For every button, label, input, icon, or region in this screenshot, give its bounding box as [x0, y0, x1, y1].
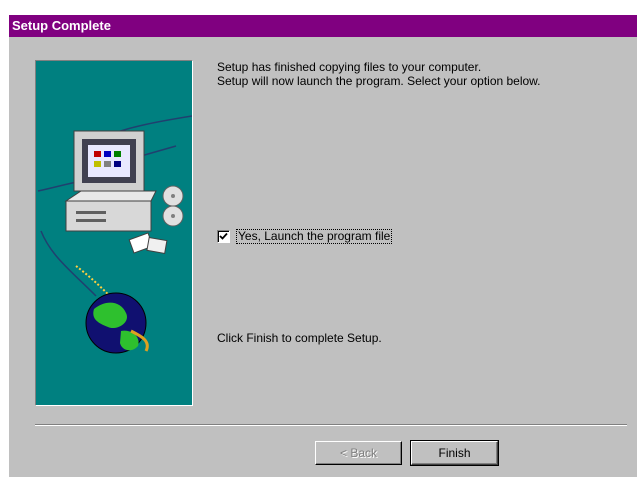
- finish-instruction: Click Finish to complete Setup.: [217, 331, 382, 345]
- message-line-2: Setup will now launch the program. Selec…: [217, 74, 541, 88]
- launch-program-label[interactable]: Yes, Launch the program file: [236, 228, 393, 244]
- setup-dialog: Setup Complete Setup has finished copyin…: [9, 15, 637, 477]
- finish-button[interactable]: Finish: [410, 440, 499, 466]
- back-button[interactable]: < Back: [315, 441, 402, 465]
- setup-message: Setup has finished copying files to your…: [217, 60, 541, 88]
- finish-button-label: Finish: [411, 441, 498, 465]
- button-separator: [35, 424, 627, 426]
- launch-program-checkbox[interactable]: [217, 229, 230, 243]
- launch-program-option[interactable]: Yes, Launch the program file: [217, 228, 393, 244]
- setup-illustration: [35, 60, 193, 406]
- computer-globe-illustration: [37, 115, 192, 354]
- title-bar: Setup Complete: [9, 15, 637, 37]
- message-line-1: Setup has finished copying files to your…: [217, 60, 482, 74]
- checkmark-icon: [219, 232, 228, 240]
